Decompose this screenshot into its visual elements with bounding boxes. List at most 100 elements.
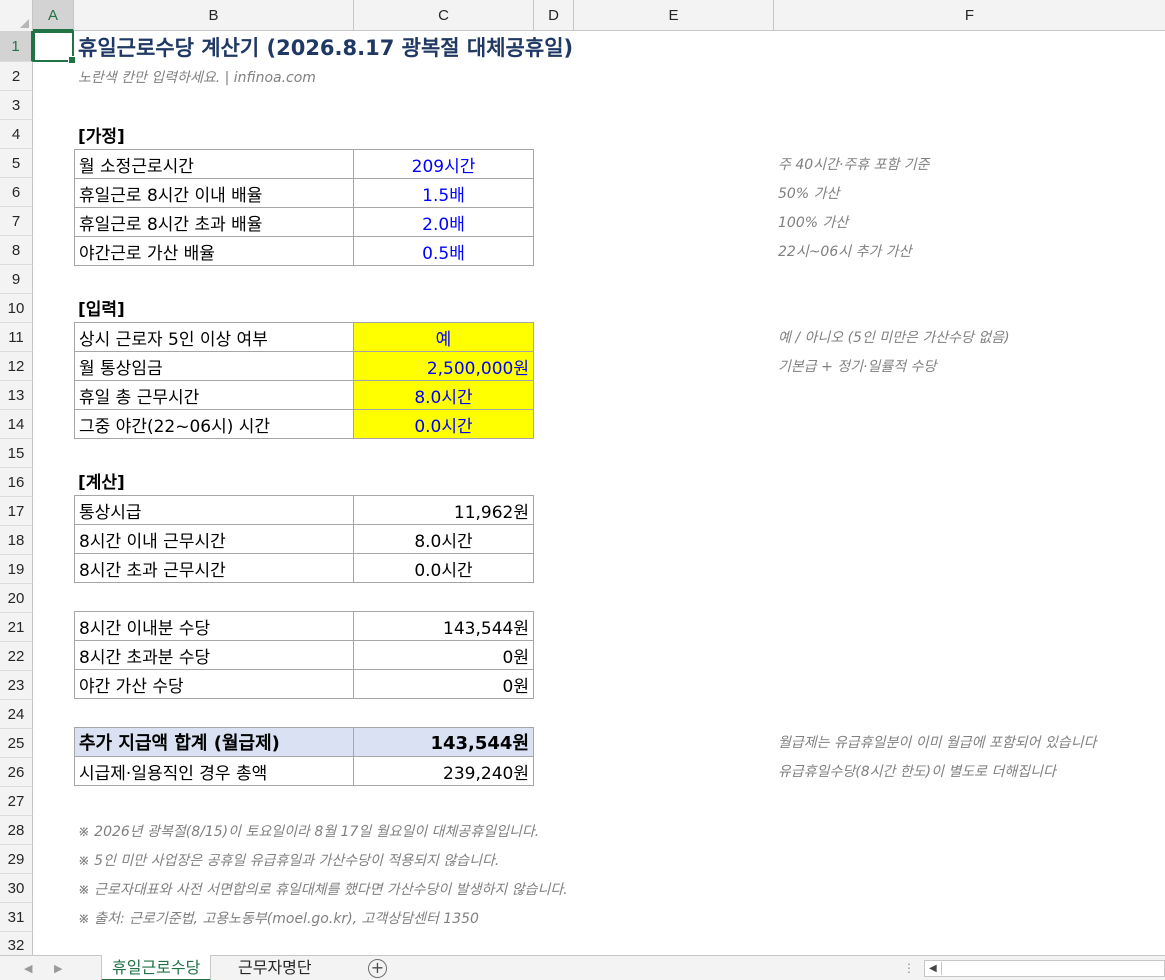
input-label[interactable]: 휴일 총 근무시간 bbox=[74, 380, 354, 410]
footnote[interactable]: ※ 출처: 근로기준법, 고용노동부(moel.go.kr), 고객상담센터 1… bbox=[74, 903, 483, 932]
input-label[interactable]: 그중 야간(22~06시) 시간 bbox=[74, 409, 354, 439]
row-header-6[interactable]: 6 bbox=[0, 178, 33, 207]
row-header-13[interactable]: 13 bbox=[0, 381, 33, 410]
calc-label[interactable]: 통상시급 bbox=[74, 495, 354, 525]
row-header-14[interactable]: 14 bbox=[0, 410, 33, 439]
assumption-note[interactable]: 50% 가산 bbox=[774, 178, 843, 208]
row-header-18[interactable]: 18 bbox=[0, 526, 33, 555]
row-header-26[interactable]: 26 bbox=[0, 758, 33, 787]
row-header-31[interactable]: 31 bbox=[0, 903, 33, 932]
row-header-15[interactable]: 15 bbox=[0, 439, 33, 468]
assumption-value[interactable]: 2.0배 bbox=[353, 207, 534, 237]
total-note[interactable]: 월급제는 유급휴일분이 이미 월급에 포함되어 있습니다 bbox=[774, 727, 1101, 757]
row-header-20[interactable]: 20 bbox=[0, 584, 33, 613]
column-header-d[interactable]: D bbox=[534, 0, 574, 31]
allowance-value[interactable]: 0원 bbox=[353, 669, 534, 699]
allowance-value[interactable]: 0원 bbox=[353, 640, 534, 670]
row-header-25[interactable]: 25 bbox=[0, 729, 33, 758]
total-label[interactable]: 추가 지급액 합계 (월급제) bbox=[74, 727, 354, 757]
hourly-total-note[interactable]: 유급휴일수당(8시간 한도)이 별도로 더해집니다 bbox=[774, 756, 1060, 786]
row-header-5[interactable]: 5 bbox=[0, 149, 33, 178]
row-header-19[interactable]: 19 bbox=[0, 555, 33, 584]
calc-label[interactable]: 8시간 초과 근무시간 bbox=[74, 553, 354, 583]
row-header-2[interactable]: 2 bbox=[0, 62, 33, 91]
row-header-11[interactable]: 11 bbox=[0, 323, 33, 352]
allowance-label[interactable]: 야간 가산 수당 bbox=[74, 669, 354, 699]
sheet-title[interactable]: 휴일근로수당 계산기 (2026.8.17 광복절 대체공휴일) bbox=[74, 31, 577, 62]
row-header-7[interactable]: 7 bbox=[0, 207, 33, 236]
total-value[interactable]: 143,544원 bbox=[353, 727, 534, 757]
row-header-10[interactable]: 10 bbox=[0, 294, 33, 323]
row-header-22[interactable]: 22 bbox=[0, 642, 33, 671]
sheet-tab-worker-list[interactable]: 근무자명단 bbox=[228, 955, 322, 980]
prev-sheet-arrow-icon[interactable]: ◀ bbox=[24, 956, 32, 980]
row-header-21[interactable]: 21 bbox=[0, 613, 33, 642]
horizontal-scrollbar[interactable]: ◀ bbox=[924, 960, 1165, 977]
assumption-value[interactable]: 1.5배 bbox=[353, 178, 534, 208]
hourly-total-value[interactable]: 239,240원 bbox=[353, 756, 534, 786]
row-header-3[interactable]: 3 bbox=[0, 91, 33, 120]
section-calc[interactable]: [계산] bbox=[74, 466, 129, 495]
assumption-label[interactable]: 휴일근로 8시간 초과 배율 bbox=[74, 207, 354, 237]
input-note[interactable]: 기본급 + 정기·일률적 수당 bbox=[774, 351, 940, 381]
row-header-4[interactable]: 4 bbox=[0, 120, 33, 149]
row-header-27[interactable]: 27 bbox=[0, 787, 33, 816]
sheet-subtitle[interactable]: 노란색 칸만 입력하세요. | infinoa.com bbox=[74, 62, 320, 91]
row-header-28[interactable]: 28 bbox=[0, 816, 33, 845]
tab-splitter-handle[interactable]: ⋮ bbox=[903, 956, 915, 980]
row-header-12[interactable]: 12 bbox=[0, 352, 33, 381]
assumption-note[interactable]: 100% 가산 bbox=[774, 207, 852, 237]
add-sheet-icon[interactable]: + bbox=[368, 959, 387, 978]
scroll-left-arrow-icon[interactable]: ◀ bbox=[929, 961, 937, 976]
input-label[interactable]: 월 통상임금 bbox=[74, 351, 354, 381]
select-all-corner[interactable] bbox=[0, 0, 33, 31]
allowance-value[interactable]: 143,544원 bbox=[353, 611, 534, 641]
column-header-f[interactable]: F bbox=[774, 0, 1165, 31]
row-header-16[interactable]: 16 bbox=[0, 468, 33, 497]
input-night-hours-field[interactable]: 0.0시간 bbox=[353, 409, 534, 439]
calc-value[interactable]: 0.0시간 bbox=[353, 553, 534, 583]
calc-label[interactable]: 8시간 이내 근무시간 bbox=[74, 524, 354, 554]
assumption-label[interactable]: 월 소정근로시간 bbox=[74, 149, 354, 179]
row-header-24[interactable]: 24 bbox=[0, 700, 33, 729]
assumption-note[interactable]: 22시~06시 추가 가산 bbox=[774, 236, 916, 266]
footnote[interactable]: ※ 2026년 광복절(8/15)이 토요일이라 8월 17일 월요일이 대체공… bbox=[74, 816, 543, 845]
assumption-label[interactable]: 휴일근로 8시간 이내 배율 bbox=[74, 178, 354, 208]
column-header-a[interactable]: A bbox=[33, 0, 74, 31]
input-holiday-hours-field[interactable]: 8.0시간 bbox=[353, 380, 534, 410]
row-header-8[interactable]: 8 bbox=[0, 236, 33, 265]
scrollbar-thumb[interactable] bbox=[941, 962, 1163, 975]
section-inputs[interactable]: [입력] bbox=[74, 293, 129, 322]
column-header-c[interactable]: C bbox=[354, 0, 534, 31]
input-employee-count-field[interactable]: 예 bbox=[353, 322, 534, 352]
column-header-b[interactable]: B bbox=[74, 0, 354, 31]
row-header-9[interactable]: 9 bbox=[0, 265, 33, 294]
row-header-17[interactable]: 17 bbox=[0, 497, 33, 526]
allowance-label[interactable]: 8시간 이내분 수당 bbox=[74, 611, 354, 641]
worksheet-grid[interactable]: 휴일근로수당 계산기 (2026.8.17 광복절 대체공휴일) 노란색 칸만 … bbox=[33, 31, 1165, 955]
input-monthly-wage-field[interactable]: 2,500,000원 bbox=[353, 351, 534, 381]
column-header-e[interactable]: E bbox=[574, 0, 774, 31]
calc-value[interactable]: 11,962원 bbox=[353, 495, 534, 525]
row-header-29[interactable]: 29 bbox=[0, 845, 33, 874]
sheet-tab-bar: ◀ ▶ 휴일근로수당 근무자명단 + ⋮ ◀ bbox=[0, 955, 1165, 980]
calc-value[interactable]: 8.0시간 bbox=[353, 524, 534, 554]
active-cell-a1[interactable] bbox=[33, 31, 76, 64]
assumption-label[interactable]: 야간근로 가산 배율 bbox=[74, 236, 354, 266]
input-note[interactable]: 예 / 아니오 (5인 미만은 가산수당 없음) bbox=[774, 322, 1014, 352]
column-header-bar: A B C D E F bbox=[0, 0, 1165, 31]
sheet-tab-holiday-allowance[interactable]: 휴일근로수당 bbox=[101, 955, 212, 980]
row-header-23[interactable]: 23 bbox=[0, 671, 33, 700]
hourly-total-label[interactable]: 시급제·일용직인 경우 총액 bbox=[74, 756, 354, 786]
input-label[interactable]: 상시 근로자 5인 이상 여부 bbox=[74, 322, 354, 352]
footnote[interactable]: ※ 근로자대표와 사전 서면합의로 휴일대체를 했다면 가산수당이 발생하지 않… bbox=[74, 874, 572, 903]
row-header-1[interactable]: 1 bbox=[0, 31, 33, 62]
section-assumptions[interactable]: [가정] bbox=[74, 120, 129, 149]
allowance-label[interactable]: 8시간 초과분 수당 bbox=[74, 640, 354, 670]
next-sheet-arrow-icon[interactable]: ▶ bbox=[54, 956, 62, 980]
assumption-value[interactable]: 0.5배 bbox=[353, 236, 534, 266]
assumption-note[interactable]: 주 40시간·주휴 포함 기준 bbox=[774, 149, 934, 179]
footnote[interactable]: ※ 5인 미만 사업장은 공휴일 유급휴일과 가산수당이 적용되지 않습니다. bbox=[74, 845, 503, 874]
assumption-value[interactable]: 209시간 bbox=[353, 149, 534, 179]
row-header-30[interactable]: 30 bbox=[0, 874, 33, 903]
